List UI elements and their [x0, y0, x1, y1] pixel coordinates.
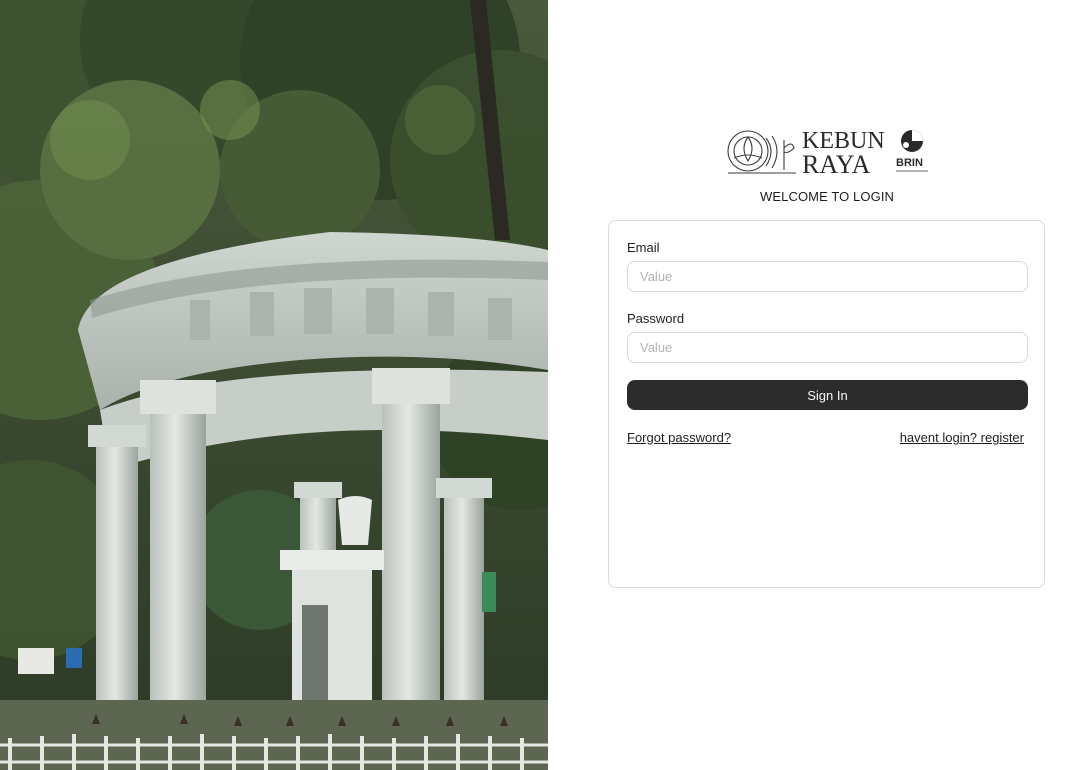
garden-emblem-icon — [727, 130, 796, 174]
sign-in-button[interactable]: Sign In — [627, 380, 1028, 410]
login-form-card: Email Password Sign In Forgot password? … — [608, 220, 1045, 588]
email-field[interactable] — [627, 261, 1028, 292]
login-panel: KEBUN RAYA BRIN WELCOME TO LOGIN Email P… — [548, 0, 1080, 770]
gazebo-photo — [0, 0, 548, 770]
logo-line2: RAYA — [802, 150, 871, 176]
login-page: KEBUN RAYA BRIN WELCOME TO LOGIN Email P… — [0, 0, 1080, 770]
brin-logo-text: BRIN — [896, 157, 923, 169]
brin-emblem-icon — [901, 130, 923, 152]
password-field[interactable] — [627, 332, 1028, 363]
register-link[interactable]: havent login? register — [900, 430, 1024, 445]
password-label: Password — [627, 311, 685, 326]
kebun-raya-logo: KEBUN RAYA BRIN — [726, 128, 930, 176]
welcome-heading: WELCOME TO LOGIN — [759, 189, 895, 204]
email-label: Email — [627, 240, 660, 255]
forgot-password-link[interactable]: Forgot password? — [627, 430, 731, 445]
